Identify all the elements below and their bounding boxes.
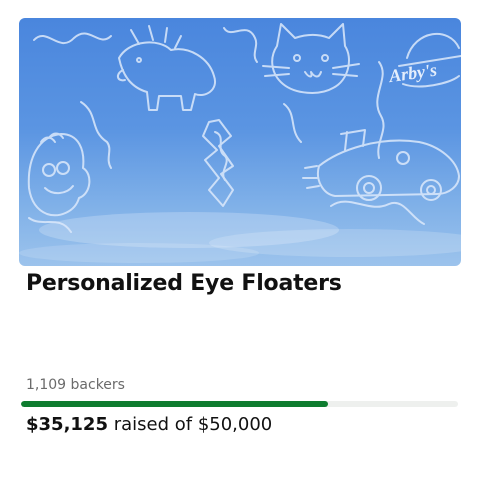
project-image[interactable]: Arby's <box>19 18 461 266</box>
funding-progress-bar <box>21 401 458 407</box>
raised-goal-text: raised of $50,000 <box>113 414 273 435</box>
cat-face-icon <box>262 23 360 94</box>
s-symbol-icon <box>202 119 234 207</box>
raised-amount: $35,125 <box>26 414 108 435</box>
funding-summary: $35,125 raised of $50,000 <box>26 414 272 435</box>
funding-progress-fill <box>21 401 328 407</box>
project-title[interactable]: Personalized Eye Floaters <box>26 271 342 296</box>
floater-squiggle-icon <box>33 32 112 45</box>
cartoon-face-icon <box>27 132 91 217</box>
triceratops-icon <box>117 25 217 111</box>
arbys-logo-text: Arby's <box>387 60 438 87</box>
backers-count: 1,109 backers <box>26 377 125 393</box>
